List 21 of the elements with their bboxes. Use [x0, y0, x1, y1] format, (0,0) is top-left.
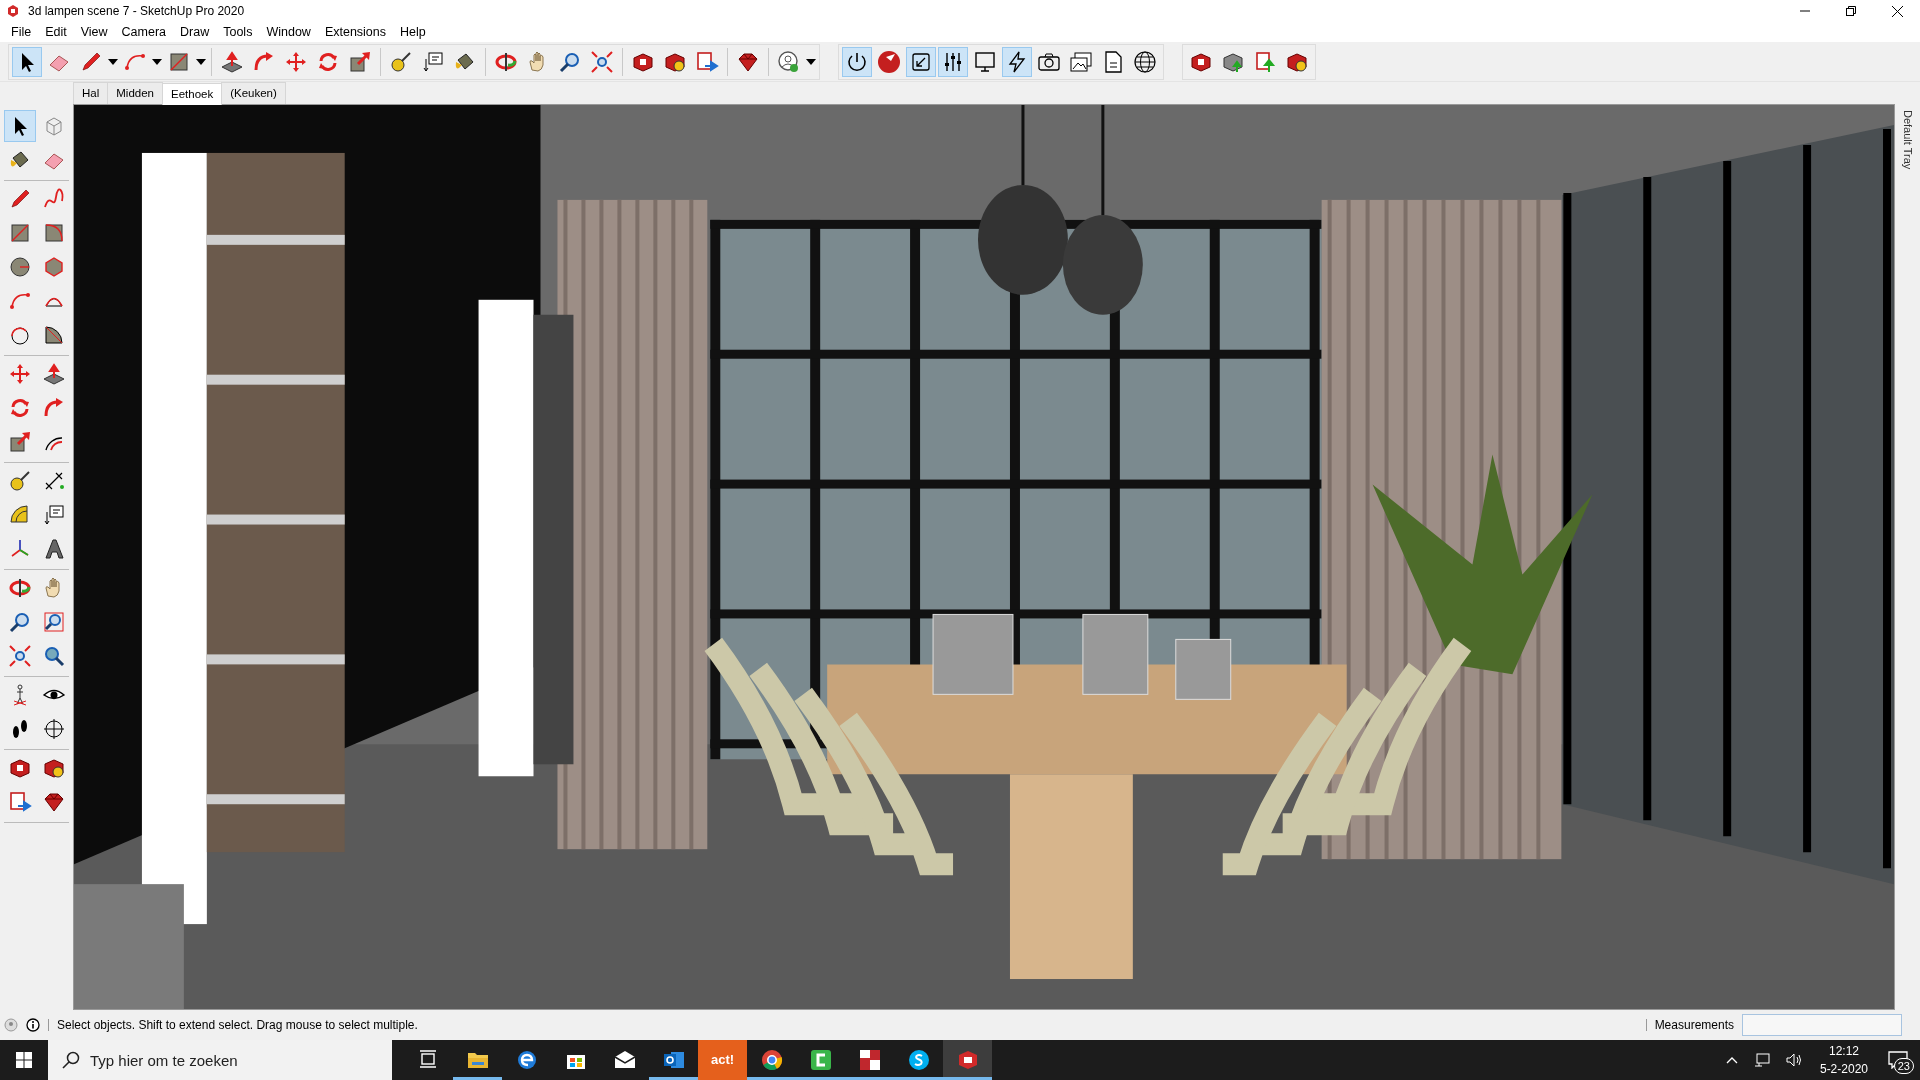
clock-date: 5-2-2020: [1819, 1061, 1868, 1078]
menu-item[interactable]: Tools: [216, 22, 260, 42]
menu-item[interactable]: Draw: [173, 22, 217, 42]
menu-item[interactable]: Extensions: [317, 22, 394, 42]
menu-item[interactable]: Camera: [114, 22, 174, 42]
clock-time: 12:12: [1828, 1043, 1859, 1060]
scene-tab[interactable]: Eethoek: [162, 82, 223, 105]
scene-tab[interactable]: Midden: [107, 81, 163, 104]
menu-item[interactable]: Edit: [38, 22, 74, 42]
notifications-button[interactable]: 23: [1876, 1040, 1920, 1080]
measurements-label: Measurements: [1654, 1017, 1734, 1034]
taskbar-clock[interactable]: 12:12 5-2-2020: [1811, 1040, 1876, 1080]
taskbar-search-field[interactable]: Typ hier om te zoeken: [48, 1040, 392, 1080]
tray-label[interactable]: Default Tray: [1899, 110, 1916, 170]
status-message: Select objects. Shift to extend select. Drag mouse to select multiple.: [57, 1017, 418, 1034]
menu-item[interactable]: File: [4, 22, 39, 42]
menu-item[interactable]: Help: [393, 22, 433, 42]
menu-item[interactable]: View: [73, 22, 115, 42]
window-title: 3d lampen scene 7 - SketchUp Pro 2020: [28, 3, 245, 20]
menu-item[interactable]: Window: [259, 22, 318, 42]
notification-count: 23: [1893, 1058, 1914, 1074]
